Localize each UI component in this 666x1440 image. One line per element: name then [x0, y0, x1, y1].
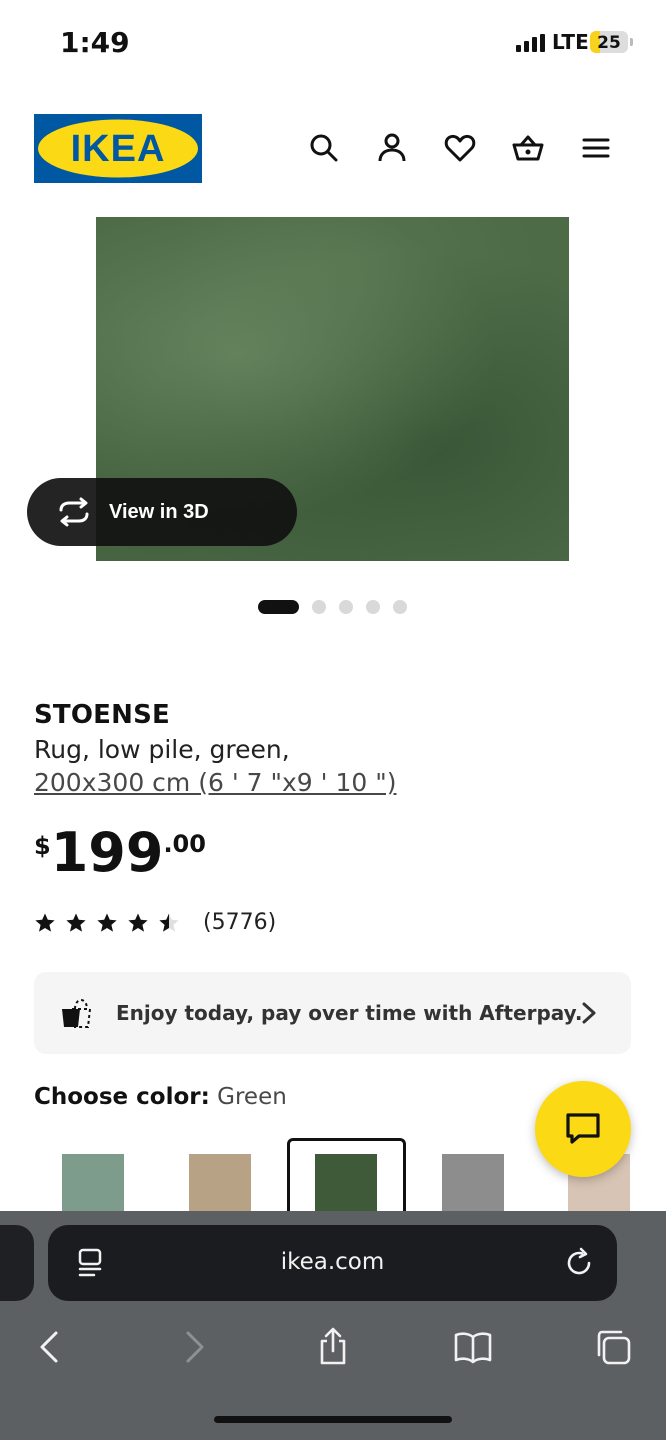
product-description: Rug, low pile, green,: [34, 735, 290, 764]
star-icon: [97, 913, 117, 932]
product-name: STOENSE: [34, 700, 170, 730]
shopping-bag-icon: [58, 995, 94, 1031]
color-swatch[interactable]: [315, 1154, 377, 1216]
battery-tip: [630, 38, 633, 46]
browser-toolbar: ikea.com: [0, 1211, 666, 1440]
bookmarks-button[interactable]: [449, 1323, 497, 1371]
network-type: LTE: [552, 30, 589, 54]
view-in-3d-button[interactable]: View in 3D: [27, 478, 297, 546]
back-button[interactable]: [26, 1323, 74, 1371]
cellular-signal-icon: [516, 34, 548, 52]
home-indicator[interactable]: [214, 1416, 452, 1423]
color-selector-label: Choose color: Green: [34, 1084, 287, 1110]
afterpay-banner[interactable]: Enjoy today, pay over time with Afterpay…: [34, 972, 631, 1054]
menu-icon[interactable]: [576, 128, 616, 168]
tabs-icon: [597, 1330, 631, 1365]
chevron-right-icon: [186, 1331, 204, 1363]
price-integer: 199: [50, 821, 164, 884]
star-icon: [159, 913, 179, 932]
share-button[interactable]: [309, 1323, 357, 1371]
carousel-dot[interactable]: [339, 600, 353, 614]
chat-button[interactable]: [535, 1081, 631, 1177]
color-swatch[interactable]: [442, 1154, 504, 1216]
star-icon: [128, 913, 148, 932]
star-icon: [35, 913, 55, 932]
share-icon: [320, 1327, 346, 1365]
book-icon: [454, 1332, 492, 1364]
view-in-3d-label: View in 3D: [109, 500, 209, 523]
logo-text: IKEA: [71, 128, 166, 170]
price-currency: $: [34, 832, 51, 860]
tabs-button[interactable]: [589, 1323, 637, 1371]
afterpay-text: Enjoy today, pay over time with Afterpay…: [116, 1001, 583, 1025]
price-decimal: .00: [163, 830, 206, 858]
carousel-indicator[interactable]: [258, 600, 420, 614]
previous-tab-preview[interactable]: [0, 1225, 34, 1301]
basket-icon[interactable]: [508, 128, 548, 168]
rotate-3d-icon: [55, 497, 93, 527]
rating-stars: [34, 912, 189, 934]
star-icon: [66, 913, 86, 932]
color-label: Choose color:: [34, 1084, 210, 1110]
status-bar: 1:49 LTE 25: [0, 0, 666, 86]
battery-level: 25: [597, 33, 621, 53]
product-size-link[interactable]: 200x300 cm (6 ' 7 "x9 ' 10 "): [34, 768, 396, 797]
product-rating[interactable]: (5776): [34, 910, 276, 935]
address-url: ikea.com: [280, 1249, 385, 1275]
product-gallery[interactable]: View in 3D: [0, 200, 666, 614]
color-swatch[interactable]: [62, 1154, 124, 1216]
battery-icon: 25: [590, 31, 628, 53]
chevron-right-icon: [582, 1002, 596, 1024]
color-swatch[interactable]: [189, 1154, 251, 1216]
carousel-dot[interactable]: [258, 600, 299, 614]
carousel-dot[interactable]: [393, 600, 407, 614]
ikea-logo[interactable]: IKEA: [34, 114, 202, 183]
forward-button[interactable]: [170, 1323, 218, 1371]
carousel-dot[interactable]: [312, 600, 326, 614]
status-time: 1:49: [60, 26, 130, 59]
chat-icon: [566, 1113, 600, 1144]
rating-count: (5776): [203, 910, 277, 935]
search-icon[interactable]: [304, 128, 344, 168]
address-bar[interactable]: ikea.com: [48, 1225, 617, 1301]
reload-icon[interactable]: [563, 1247, 595, 1279]
carousel-dot[interactable]: [366, 600, 380, 614]
account-icon[interactable]: [372, 128, 412, 168]
heart-icon[interactable]: [440, 128, 480, 168]
chevron-left-icon: [40, 1331, 58, 1363]
product-price: $ 199 .00: [34, 824, 206, 882]
color-value: Green: [217, 1084, 287, 1110]
